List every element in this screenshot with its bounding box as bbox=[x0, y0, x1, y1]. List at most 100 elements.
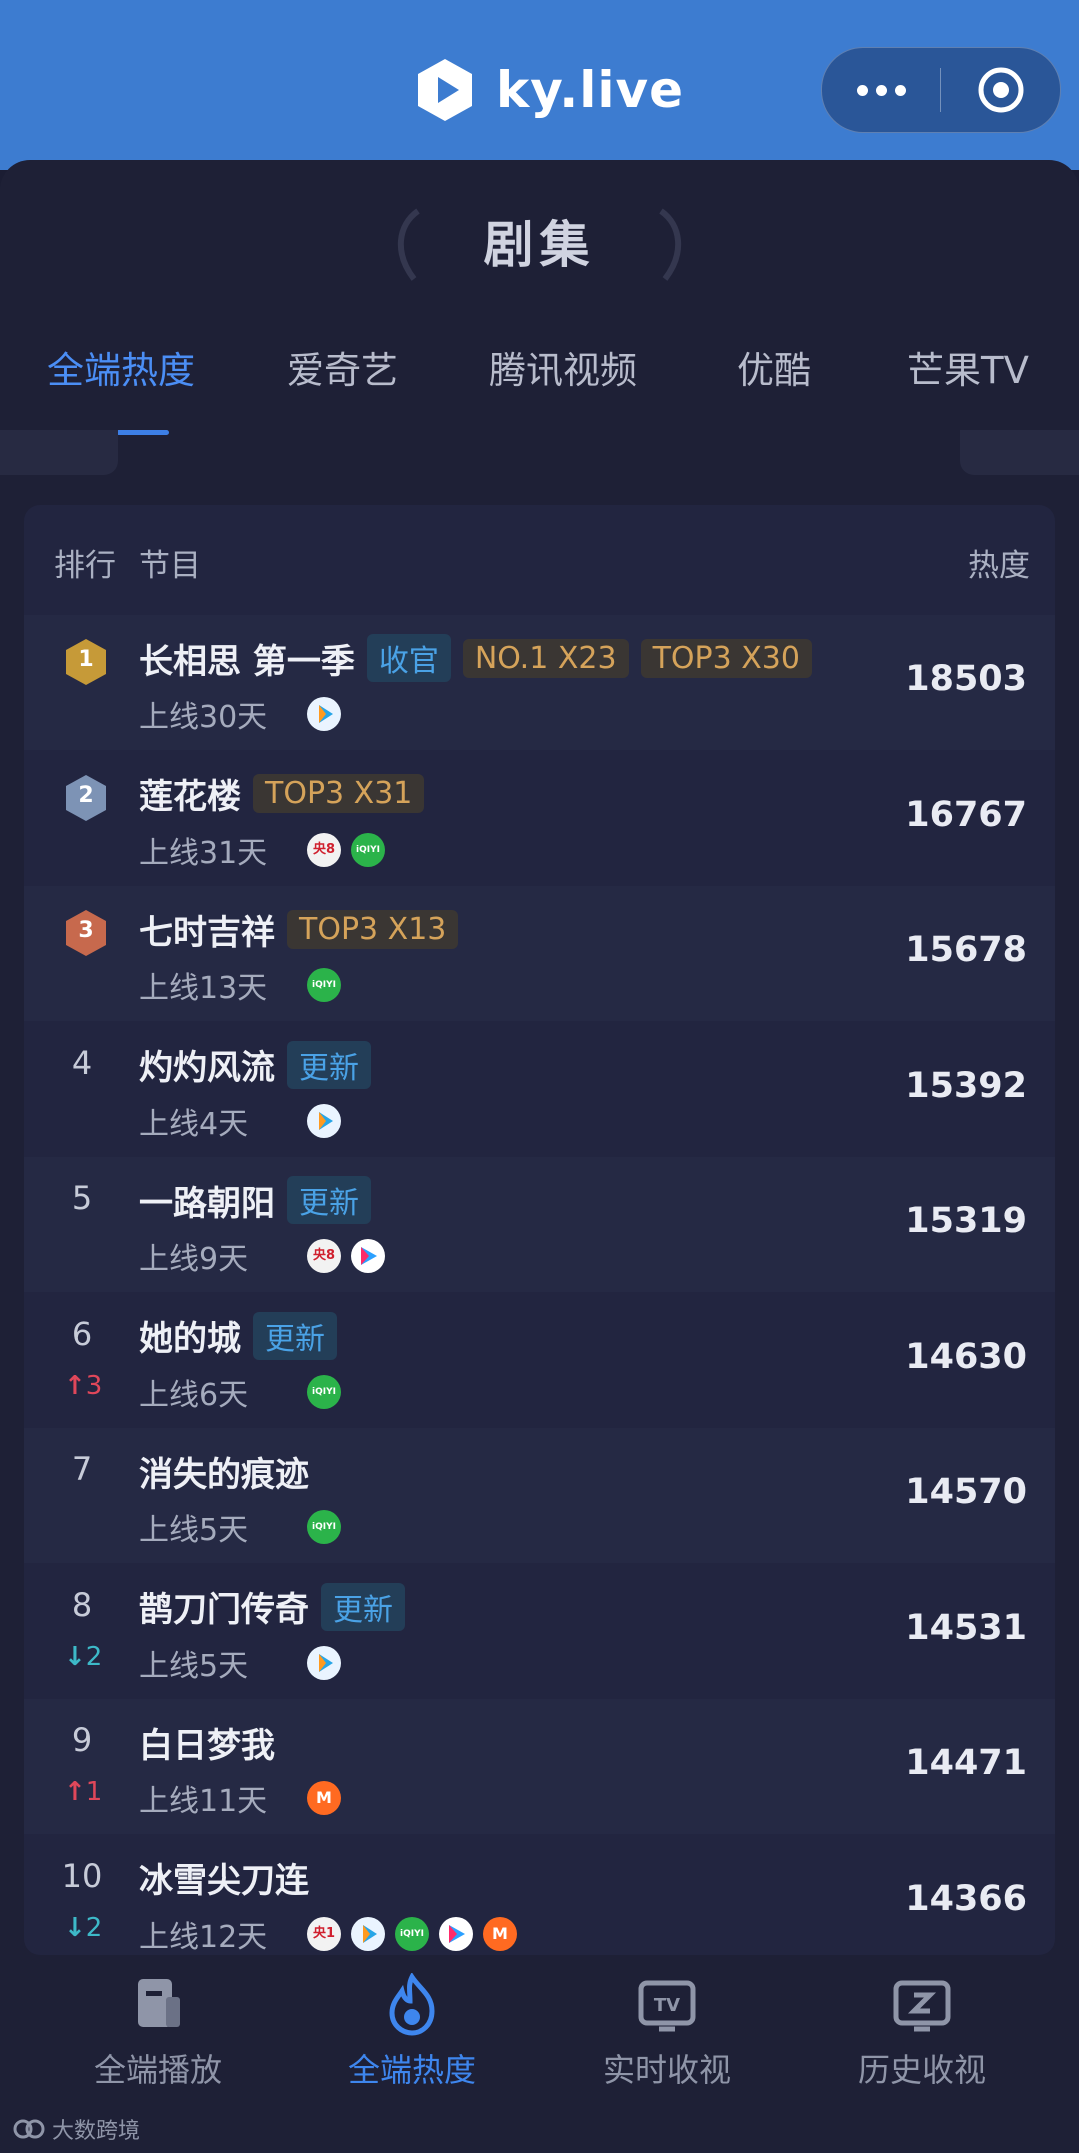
arrow-down-icon: ↓ bbox=[64, 1641, 86, 1672]
rank-change-down: ↓2 bbox=[64, 1912, 103, 1943]
rank-medal-icon: 1 bbox=[63, 637, 109, 687]
program-title[interactable]: 灼灼风流 bbox=[139, 1040, 275, 1089]
program-meta: 上线4天 bbox=[139, 1100, 351, 1142]
table-row[interactable]: 6 ↑3 她的城 更新 上线6天 iQIYI 14630 bbox=[24, 1293, 1055, 1428]
more-options-icon[interactable] bbox=[822, 48, 940, 132]
platform-tabs: 全端热度 爱奇艺 腾讯视频 优酷 芒果TV bbox=[0, 340, 1079, 400]
table-row[interactable]: 4 灼灼风流 更新 上线4天 15392 bbox=[24, 1022, 1055, 1157]
program-meta: 上线11天 M bbox=[139, 1777, 351, 1819]
program-title-line: 灼灼风流 更新 bbox=[139, 1040, 371, 1090]
nav-history-ratings[interactable]: 历史收视 bbox=[812, 1973, 1032, 2091]
mini-program-capsule bbox=[821, 47, 1061, 133]
nav-live-ratings[interactable]: TV 实时收视 bbox=[557, 1973, 777, 2091]
cctv1-icon: 央1 bbox=[307, 1916, 341, 1951]
nav-all-heat[interactable]: 全端热度 bbox=[302, 1973, 522, 2091]
rank-number: 1 bbox=[78, 647, 94, 672]
active-tab-indicator bbox=[116, 430, 169, 435]
rank-number: 6 bbox=[71, 1314, 93, 1353]
heat-value: 18503 bbox=[905, 659, 1027, 699]
iqiyi-icon: iQIYI bbox=[307, 1510, 341, 1544]
rank-medal-icon: 3 bbox=[63, 908, 109, 958]
program-title-line: 一路朝阳 更新 bbox=[139, 1175, 371, 1225]
footer-brand: 大数跨境 bbox=[12, 2113, 140, 2145]
youku-icon bbox=[351, 1239, 385, 1273]
arrow-up-icon: ↑ bbox=[64, 1777, 86, 1807]
heat-value: 14570 bbox=[905, 1472, 1027, 1512]
tab-youku[interactable]: 优酷 bbox=[737, 340, 811, 394]
table-row[interactable]: 2 莲花楼 TOP3 X31 上线31天 央8 iQIYI 16767 bbox=[24, 751, 1055, 886]
rank-number: 8 bbox=[71, 1585, 93, 1624]
arrow-down-icon: ↓ bbox=[64, 1912, 86, 1943]
program-title[interactable]: 莲花楼 bbox=[139, 769, 241, 818]
program-meta: 上线30天 bbox=[139, 693, 351, 735]
history-icon bbox=[893, 1980, 951, 2032]
program-tag: TOP3 X13 bbox=[287, 909, 459, 949]
table-row[interactable]: 8 ↓2 鹊刀门传奇 更新 上线5天 14531 bbox=[24, 1564, 1055, 1699]
table-row[interactable]: 3 七时吉祥 TOP3 X13 上线13天 iQIYI 15678 bbox=[24, 886, 1055, 1021]
rank-number: 9 bbox=[71, 1721, 93, 1759]
ranking-table: 排行 节目 热度 1 长相思 第一季 收官 NO.1 X23 TOP3 X30 上线30天… bbox=[24, 505, 1055, 1955]
tab-mango-tv[interactable]: 芒果TV bbox=[907, 340, 1029, 394]
program-title-line: 莲花楼 TOP3 X31 bbox=[139, 769, 425, 819]
cctv8-icon: 央8 bbox=[307, 832, 341, 867]
tencent-video-icon bbox=[307, 697, 341, 731]
program-title[interactable]: 她的城 bbox=[139, 1311, 241, 1360]
rank-number: 5 bbox=[71, 1179, 93, 1217]
header-program: 节目 bbox=[139, 548, 201, 584]
program-title-line: 鹊刀门传奇 更新 bbox=[139, 1582, 405, 1632]
footer-logo-icon bbox=[13, 2119, 45, 2139]
table-header: 排行 节目 热度 bbox=[24, 505, 1055, 615]
close-target-icon[interactable] bbox=[941, 48, 1060, 132]
program-tag: 更新 bbox=[321, 1582, 405, 1631]
online-duration: 上线9天 bbox=[139, 1242, 249, 1277]
tab-tencent-video[interactable]: 腾讯视频 bbox=[489, 340, 637, 394]
program-tag: 更新 bbox=[287, 1176, 371, 1224]
ky-live-logo-icon bbox=[418, 59, 472, 121]
table-row[interactable]: 9 ↑1 白日梦我 上线11天 M 14471 bbox=[24, 1699, 1055, 1834]
table-row[interactable]: 1 长相思 第一季 收官 NO.1 X23 TOP3 X30 上线30天 18503 bbox=[24, 615, 1055, 750]
program-title[interactable]: 一路朝阳 bbox=[139, 1176, 275, 1225]
tencent-video-icon bbox=[351, 1916, 385, 1951]
program-meta: 上线31天 央8 iQIYI bbox=[139, 829, 395, 871]
iqiyi-icon: iQIYI bbox=[395, 1916, 429, 1951]
program-meta: 上线13天 iQIYI bbox=[139, 964, 351, 1006]
program-title[interactable]: 消失的痕迹 bbox=[139, 1447, 309, 1496]
subtab-left-fragment[interactable] bbox=[0, 430, 118, 475]
online-duration: 上线4天 bbox=[139, 1106, 249, 1142]
mango-tv-icon: M bbox=[307, 1781, 341, 1815]
program-tag: TOP3 X30 bbox=[640, 638, 812, 678]
program-title-line: 长相思 第一季 收官 NO.1 X23 TOP3 X30 bbox=[139, 633, 812, 683]
online-duration: 上线13天 bbox=[139, 971, 268, 1006]
program-title[interactable]: 白日梦我 bbox=[139, 1718, 275, 1767]
program-title[interactable]: 鹊刀门传奇 bbox=[139, 1582, 309, 1631]
program-meta: 上线9天 央8 bbox=[139, 1235, 395, 1277]
program-tag: 收官 bbox=[366, 634, 451, 682]
subtab-right-fragment[interactable] bbox=[960, 430, 1079, 475]
brand: ky.live bbox=[414, 52, 684, 128]
arrow-up-icon: ↑ bbox=[64, 1370, 86, 1401]
program-title[interactable]: 冰雪尖刀连 bbox=[139, 1853, 309, 1902]
cctv8-icon: 央8 bbox=[307, 1239, 341, 1273]
table-row[interactable]: 5 一路朝阳 更新 上线9天 央8 15319 bbox=[24, 1157, 1055, 1292]
rank-number: 2 bbox=[78, 782, 94, 808]
tab-all-platforms[interactable]: 全端热度 bbox=[47, 340, 195, 394]
flame-icon bbox=[389, 1973, 435, 2036]
svg-text:TV: TV bbox=[654, 1995, 680, 2016]
table-row[interactable]: 7 消失的痕迹 上线5天 iQIYI 14570 bbox=[24, 1428, 1055, 1563]
heat-value: 15392 bbox=[905, 1065, 1027, 1106]
program-title-line: 冰雪尖刀连 bbox=[139, 1853, 309, 1903]
iqiyi-icon: iQIYI bbox=[307, 968, 341, 1002]
header-rank: 排行 bbox=[54, 548, 116, 584]
mango-tv-icon: M bbox=[483, 1916, 517, 1951]
program-title[interactable]: 长相思 第一季 bbox=[139, 634, 355, 683]
brand-name: ky.live bbox=[496, 61, 685, 119]
program-meta: 上线6天 iQIYI bbox=[139, 1371, 351, 1413]
online-duration: 上线12天 bbox=[139, 1919, 268, 1955]
program-meta: 上线5天 bbox=[139, 1642, 351, 1684]
program-title[interactable]: 七时吉祥 bbox=[139, 905, 275, 954]
nav-all-playback[interactable]: 全端播放 bbox=[48, 1973, 268, 2091]
tab-iqiyi[interactable]: 爱奇艺 bbox=[287, 340, 398, 394]
heat-value: 14630 bbox=[905, 1336, 1027, 1377]
page-title: 剧集 bbox=[483, 216, 596, 274]
table-row[interactable]: 10 ↓2 冰雪尖刀连 上线12天 央1 iQIYI M 14366 bbox=[24, 1835, 1055, 1956]
